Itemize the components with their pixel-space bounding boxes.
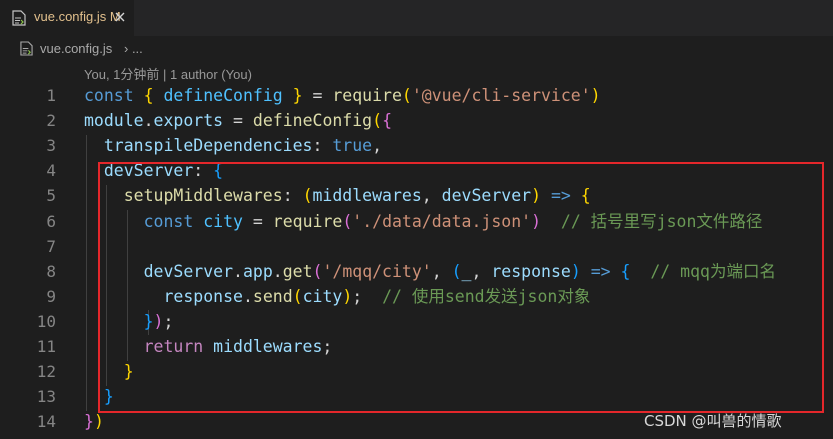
code-token: } <box>292 86 303 105</box>
breadcrumb-file[interactable]: vue.config.js <box>40 41 112 56</box>
watermark: CSDN @叫兽的情歌 <box>644 412 782 430</box>
line-number: 8 <box>46 261 56 281</box>
code-token: '@vue/cli-service' <box>411 86 591 105</box>
code-token: transpileDependencies <box>84 136 313 156</box>
close-icon[interactable] <box>112 9 128 25</box>
highlight-box <box>98 162 824 413</box>
code-token: defineConfig <box>163 86 293 105</box>
code-token: module <box>84 111 144 131</box>
js-file-icon <box>12 10 26 26</box>
code-token: : <box>312 136 333 156</box>
code-token: ( <box>401 86 412 105</box>
code-line[interactable]: 1 const { defineConfig } = require('@vue/… <box>0 84 833 109</box>
line-number: 10 <box>36 311 56 331</box>
breadcrumb: vue.config.js › ... <box>0 36 833 60</box>
code-token: ) <box>590 86 601 105</box>
code-token: , <box>372 136 383 156</box>
code-text: }) <box>84 411 104 433</box>
line-number: 13 <box>36 387 56 407</box>
code-token: { <box>382 111 392 131</box>
line-number: 9 <box>46 286 56 306</box>
git-blame-codelens[interactable]: You, 1分钟前 | 1 author (You) <box>84 64 252 83</box>
code-token: { <box>143 86 164 105</box>
code-token: } <box>84 412 94 432</box>
line-number: 4 <box>46 161 56 181</box>
code-token: ) <box>93 412 104 432</box>
line-number: 3 <box>46 136 56 156</box>
code-line[interactable]: 3 transpileDependencies: true, <box>0 134 833 159</box>
code-token: const <box>84 86 144 105</box>
code-token: true <box>332 136 373 156</box>
code-token: . <box>143 111 154 131</box>
code-text: const { defineConfig } = require('@vue/c… <box>84 85 601 107</box>
code-token: = <box>302 86 333 105</box>
code-token: exports <box>153 111 224 131</box>
code-line[interactable]: 2 module.exports = defineConfig({ <box>0 109 833 134</box>
js-file-icon <box>20 41 33 56</box>
tab-bar: vue.config.js M <box>0 0 833 36</box>
line-number: 12 <box>36 362 56 382</box>
line-number: 7 <box>46 236 56 256</box>
code-token: ( <box>372 111 383 131</box>
line-number: 11 <box>36 337 56 356</box>
code-text: transpileDependencies: true, <box>84 135 382 157</box>
line-number: 14 <box>36 412 56 432</box>
code-token: require <box>332 86 402 105</box>
tab-vue-config[interactable]: vue.config.js M <box>0 0 135 36</box>
code-token: = <box>223 111 253 131</box>
line-number: 6 <box>46 211 56 231</box>
line-number: 1 <box>46 86 56 105</box>
line-number: 2 <box>46 111 56 131</box>
code-token: defineConfig <box>252 111 373 131</box>
breadcrumb-symbol[interactable]: › ... <box>124 41 143 56</box>
code-text: module.exports = defineConfig({ <box>84 110 392 132</box>
tab-label: vue.config.js M <box>34 9 121 24</box>
line-number: 5 <box>46 186 56 206</box>
